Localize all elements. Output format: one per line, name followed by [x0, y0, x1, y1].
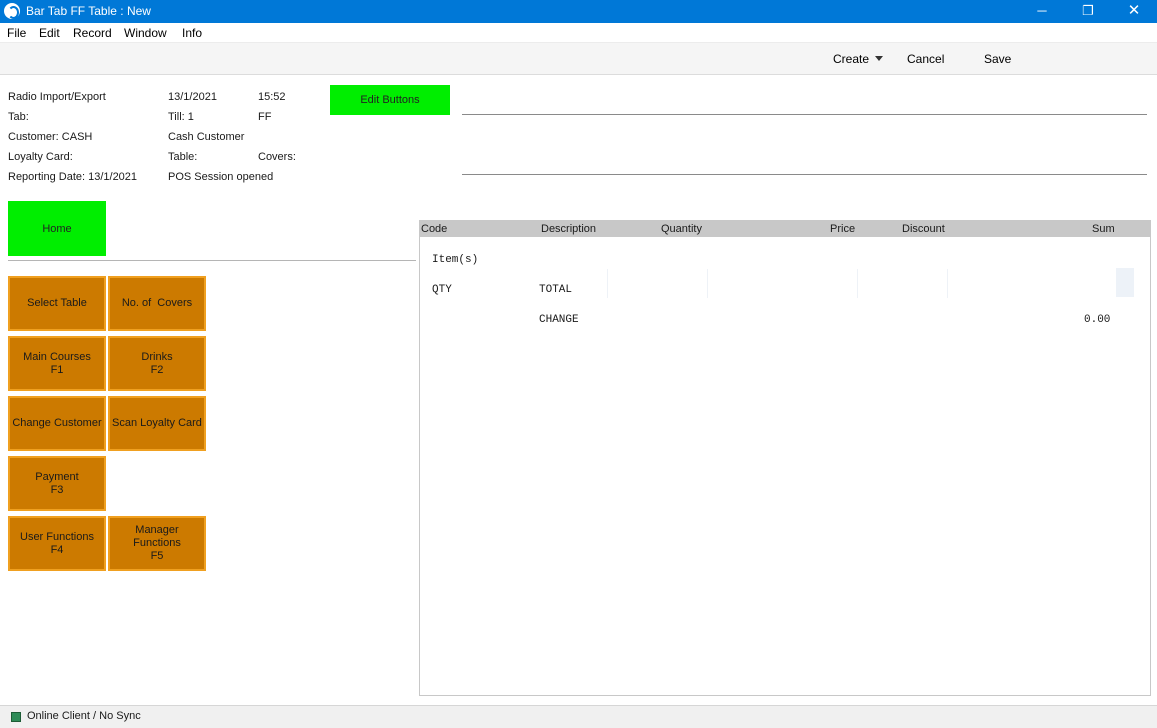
manager-functions-button[interactable]: Manager Functions F5: [108, 516, 206, 571]
menu-bar: File Edit Record Window Info: [0, 23, 1157, 43]
button-label: Payment: [35, 470, 79, 483]
payment-button[interactable]: Payment F3: [8, 456, 106, 511]
status-bar: Online Client / No Sync: [0, 705, 1157, 728]
till-code: FF: [258, 111, 272, 123]
column-header-code[interactable]: Code: [421, 223, 447, 235]
title-bar: Bar Tab FF Table : New ─ ❐ ✕: [0, 0, 1157, 23]
column-header-quantity[interactable]: Quantity: [661, 223, 702, 235]
menu-window[interactable]: Window: [124, 26, 167, 40]
shortcut-label: F4: [50, 543, 64, 556]
date-value: 13/1/2021: [168, 91, 217, 103]
customer-code[interactable]: Customer: CASH: [8, 131, 92, 143]
reporting-date: Reporting Date: 13/1/2021: [8, 171, 138, 183]
button-label: Change Customer: [12, 417, 102, 429]
column-header-discount[interactable]: Discount: [902, 223, 945, 235]
shortcut-label: F1: [50, 363, 64, 376]
menu-file[interactable]: File: [7, 26, 26, 40]
total-label: TOTAL: [539, 284, 573, 296]
items-table[interactable]: Code Description Quantity Price Discount…: [419, 220, 1151, 696]
button-label: Select Table: [27, 297, 87, 309]
button-label: Manager: [135, 524, 179, 536]
button-label: Drinks: [141, 350, 173, 363]
grid-divider: [857, 269, 858, 298]
create-label: Create: [833, 52, 870, 66]
button-label: Functions: [133, 537, 181, 549]
connection-status-icon: [11, 712, 21, 722]
select-table-button[interactable]: Select Table: [8, 276, 106, 331]
connection-status: Online Client / No Sync: [27, 710, 141, 722]
user-functions-button[interactable]: User Functions F4: [8, 516, 106, 571]
button-label: Scan Loyalty Card: [112, 417, 202, 429]
change-label: CHANGE: [539, 314, 579, 326]
drinks-button[interactable]: Drinks F2: [108, 336, 206, 391]
cancel-button[interactable]: Cancel: [907, 52, 944, 66]
grid-divider: [947, 269, 948, 298]
button-label: Main Courses: [23, 350, 91, 363]
edit-buttons-button[interactable]: Edit Buttons: [330, 85, 450, 115]
table-label: Table:: [168, 151, 198, 163]
customer-name: Cash Customer: [168, 131, 245, 143]
column-header-sum[interactable]: Sum: [1092, 223, 1115, 235]
dropdown-caret-icon: [875, 56, 884, 62]
restore-button[interactable]: ❐: [1065, 0, 1111, 23]
divider-line: [8, 260, 416, 261]
tab-label: Tab:: [8, 111, 29, 123]
create-button[interactable]: Create: [833, 52, 884, 66]
change-customer-button[interactable]: Change Customer: [8, 396, 106, 451]
button-label: No. of Covers: [121, 297, 193, 309]
loyalty-card-label: Loyalty Card:: [8, 151, 73, 163]
column-header-price[interactable]: Price: [830, 223, 855, 235]
menu-info[interactable]: Info: [182, 26, 202, 40]
toolbar: Create Cancel Save: [0, 43, 1157, 75]
items-label: Item(s): [432, 254, 479, 266]
change-value: 0.00: [1084, 314, 1111, 326]
source-label: Radio Import/Export: [8, 91, 106, 103]
till-value: Till: 1: [168, 111, 194, 123]
selected-cell[interactable]: [1116, 268, 1134, 297]
minimize-button[interactable]: ─: [1019, 0, 1065, 23]
session-status: POS Session opened: [168, 171, 274, 183]
grid-divider: [707, 269, 708, 298]
app-logo-icon: [4, 3, 20, 19]
home-button[interactable]: Home: [8, 201, 106, 256]
no-of-covers-button[interactable]: No. of Covers: [108, 276, 206, 331]
shortcut-label: F5: [150, 550, 164, 562]
time-value: 15:52: [258, 91, 286, 103]
covers-label: Covers:: [258, 151, 296, 163]
qty-label: QTY: [432, 284, 452, 296]
column-header-description[interactable]: Description: [541, 223, 596, 235]
shortcut-label: F3: [50, 483, 64, 496]
menu-record[interactable]: Record: [73, 26, 112, 40]
save-button[interactable]: Save: [984, 52, 1011, 66]
main-courses-button[interactable]: Main Courses F1: [8, 336, 106, 391]
divider-line: [462, 114, 1147, 115]
grid-divider: [607, 269, 608, 298]
close-button[interactable]: ✕: [1111, 0, 1157, 23]
divider-line: [462, 174, 1147, 175]
window-title: Bar Tab FF Table : New: [26, 4, 151, 18]
table-header: Code Description Quantity Price Discount…: [420, 221, 1150, 237]
scan-loyalty-card-button[interactable]: Scan Loyalty Card: [108, 396, 206, 451]
button-label: User Functions: [20, 530, 94, 543]
shortcut-label: F2: [150, 363, 164, 376]
menu-edit[interactable]: Edit: [39, 26, 60, 40]
